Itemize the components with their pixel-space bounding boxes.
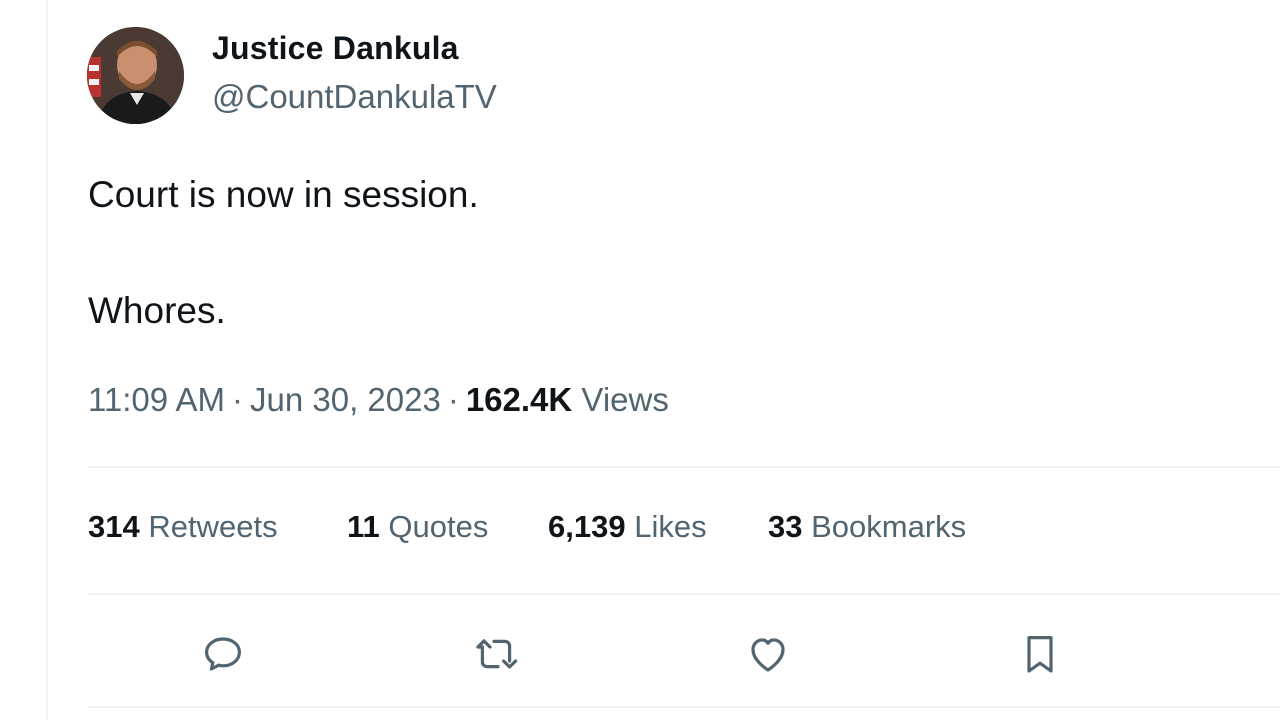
author-name[interactable]: Justice Dankula	[212, 30, 459, 67]
quotes-count: 11	[347, 509, 380, 544]
tweet-text-line: Court is now in session.	[88, 174, 479, 215]
column-border	[46, 0, 48, 720]
divider	[88, 706, 1280, 708]
retweet-icon	[476, 639, 518, 669]
tweet-date[interactable]: Jun 30, 2023	[250, 381, 441, 418]
bookmarks-stat[interactable]: 33 Bookmarks	[768, 509, 966, 545]
retweet-button[interactable]	[472, 630, 520, 678]
reply-icon	[205, 637, 241, 671]
quotes-label: Quotes	[388, 509, 489, 544]
views-count: 162.4K	[465, 381, 573, 418]
likes-stat[interactable]: 6,139 Likes	[548, 509, 707, 545]
avatar-photo	[87, 27, 184, 124]
meta-separator: ·	[447, 381, 459, 418]
divider	[88, 593, 1280, 595]
bookmarks-label: Bookmarks	[811, 509, 967, 544]
retweets-stat[interactable]: 314 Retweets	[88, 509, 278, 545]
tweet-time[interactable]: 11:09 AM	[88, 381, 225, 418]
likes-label: Likes	[634, 509, 707, 544]
views-label: Views	[581, 381, 669, 418]
retweets-count: 314	[88, 509, 140, 544]
bookmarks-count: 33	[768, 509, 803, 544]
reply-button[interactable]	[199, 630, 247, 678]
tweet-text-line: Whores.	[88, 290, 226, 331]
divider	[88, 466, 1280, 468]
quotes-stat[interactable]: 11 Quotes	[347, 509, 488, 545]
bookmark-icon	[1027, 636, 1053, 673]
tweet-meta: 11:09 AM · Jun 30, 2023 · 162.4K Views	[88, 381, 669, 419]
likes-count: 6,139	[548, 509, 626, 544]
like-button[interactable]	[744, 630, 792, 678]
bookmark-button[interactable]	[1016, 630, 1064, 678]
tweet-detail-view: Justice Dankula @CountDankulaTV Court is…	[0, 0, 1280, 720]
author-handle[interactable]: @CountDankulaTV	[212, 78, 497, 116]
retweets-label: Retweets	[148, 509, 278, 544]
avatar[interactable]	[87, 27, 184, 124]
heart-icon	[751, 638, 785, 672]
meta-separator: ·	[231, 381, 243, 418]
